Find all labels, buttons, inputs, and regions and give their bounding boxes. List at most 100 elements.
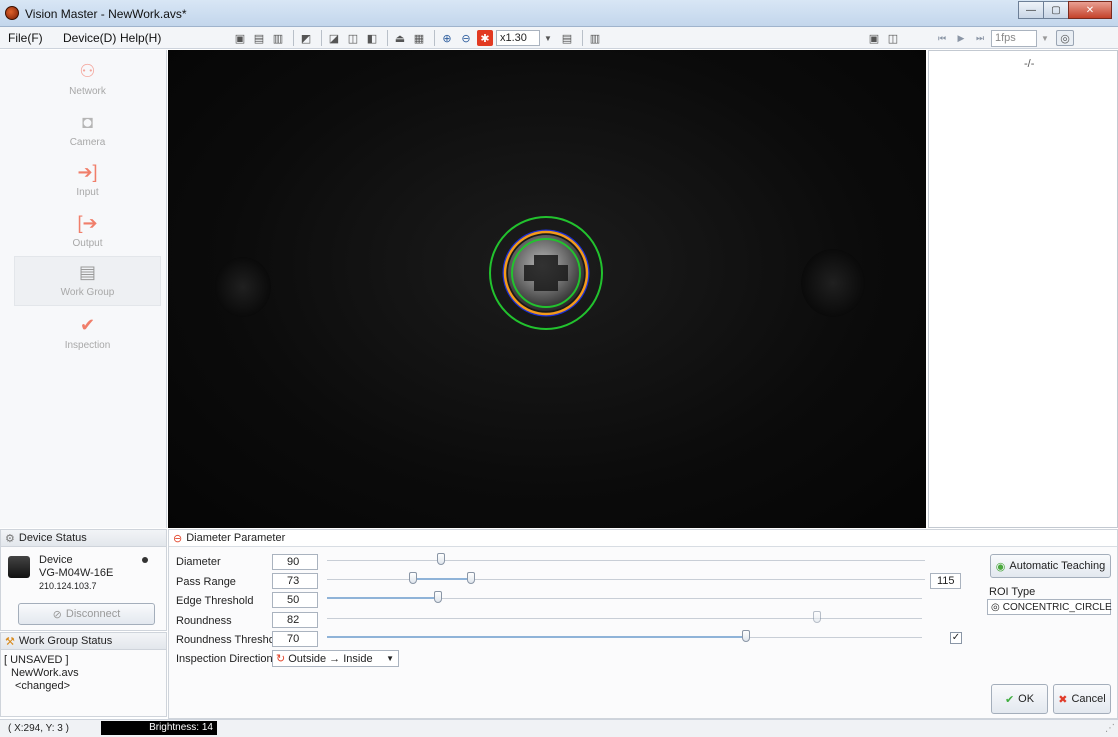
diameter-label: Diameter (176, 556, 221, 568)
inspection-overlay (215, 216, 865, 330)
pass-range-min-thumb[interactable] (408, 572, 417, 584)
diameter-parameter-panel: ⊖ Diameter Parameter Diameter 90 Pass Ra… (168, 529, 1118, 719)
save-icon[interactable]: ▤ (251, 30, 267, 46)
edge-threshold-fill (327, 597, 439, 599)
diameter-slider-thumb[interactable] (436, 553, 445, 565)
skip-back-icon[interactable]: ⏮ (934, 30, 950, 46)
roi-type-field[interactable]: ◎ CONCENTRIC_CIRCLE (987, 599, 1112, 615)
resize-grip-icon[interactable]: ⋰ (1105, 723, 1115, 734)
zoom-out-icon[interactable]: ⊖ (458, 30, 474, 46)
ok-button[interactable]: ✔ OK (991, 684, 1048, 714)
close-button[interactable]: ✕ (1068, 1, 1112, 19)
capture-settings-icon[interactable]: ◎ (1056, 30, 1074, 46)
print-icon[interactable]: ▦ (411, 30, 427, 46)
save-as-icon[interactable]: ▥ (270, 30, 286, 46)
window-title: Vision Master - NewWork.avs* (25, 7, 187, 21)
grab-icon[interactable]: ◧ (364, 30, 380, 46)
copy-icon[interactable]: ◪ (326, 30, 342, 46)
work-group-status-panel: ⚒ Work Group Status [ UNSAVED ] NewWork.… (0, 632, 167, 717)
sidebar: ⚇ Network ◘ Camera ➔] Input [➔ Output ▤ … (0, 50, 167, 528)
split-view-icon[interactable]: ▥ (587, 30, 603, 46)
roundness-threshold-input[interactable]: 70 (272, 631, 318, 647)
cancel-button[interactable]: ✖ Cancel (1053, 684, 1111, 714)
menu-device[interactable]: Device(D) (63, 31, 116, 45)
work-group-icon: ⚒ (5, 635, 15, 648)
inspection-direction-label: Inspection Direction (176, 653, 273, 665)
roundness-threshold-checkbox[interactable]: ✓ (950, 632, 962, 644)
pass-range-max-input[interactable]: 115 (930, 573, 961, 589)
diameter-icon: ⊖ (173, 532, 183, 545)
status-bar: ( X:294, Y: 3 ) Brightness: 14 ⋰ (0, 719, 1118, 737)
camera-device-icon (8, 556, 30, 578)
check-icon: ✔ (1004, 693, 1015, 706)
play-icon[interactable]: ▶ (953, 30, 969, 46)
sidebar-item-label: Input (76, 187, 99, 198)
fps-select[interactable]: 1fps (991, 29, 1037, 47)
device-ip: 210.124.103.7 (39, 581, 97, 591)
minimize-button[interactable]: — (1018, 1, 1044, 19)
clipboard-icon: ▤ (78, 262, 96, 282)
roundness-threshold-fill (327, 636, 746, 638)
title-bar: Vision Master - NewWork.avs* — ▢ ✕ (0, 0, 1118, 27)
maximize-button[interactable]: ▢ (1043, 1, 1069, 19)
preview-panel: -/- (928, 50, 1118, 528)
work-group-status-header: ⚒ Work Group Status (1, 633, 166, 650)
dual-view-icon[interactable]: ◫ (885, 30, 901, 46)
sidebar-item-input[interactable]: ➔] Input (14, 157, 161, 207)
background-hole-left (215, 257, 271, 317)
open-folder-icon[interactable]: ▣ (232, 30, 248, 46)
pass-range-min-input[interactable]: 73 (272, 573, 318, 589)
edge-threshold-input[interactable]: 50 (272, 592, 318, 608)
roundness-slider-track[interactable] (327, 618, 922, 619)
edge-threshold-label: Edge Threshold (176, 595, 254, 607)
menu-help[interactable]: Help(H) (120, 31, 161, 45)
zoom-select[interactable]: x1.30 (496, 30, 540, 46)
sidebar-item-work-group[interactable]: ▤ Work Group (14, 256, 161, 306)
roundness-threshold-slider-thumb[interactable] (741, 630, 750, 642)
sidebar-item-label: Camera (69, 137, 106, 148)
roundness-input[interactable]: 82 (272, 612, 318, 628)
image-icon[interactable]: ◩ (298, 30, 314, 46)
sidebar-item-label: Work Group (60, 287, 115, 298)
sidebar-item-label: Output (72, 238, 103, 249)
disconnect-button[interactable]: ⊘ Disconnect (18, 603, 155, 625)
device-status-header: ⚙ Device Status (1, 530, 166, 547)
work-group-change: <changed> (15, 680, 71, 692)
pass-range-max-thumb[interactable] (466, 572, 475, 584)
diameter-slider-track[interactable] (327, 560, 925, 561)
cancel-x-icon: ✖ (1058, 693, 1068, 706)
direction-cycle-icon: ↻ (276, 653, 286, 665)
chevron-down-icon[interactable]: ▼ (1037, 30, 1053, 46)
sidebar-item-label: Network (69, 86, 106, 97)
inspection-direction-select[interactable]: ↻ Outside → Inside ▼ (272, 650, 399, 667)
work-group-state: [ UNSAVED ] (4, 654, 69, 666)
edge-threshold-slider-thumb[interactable] (434, 591, 443, 603)
grid-icon[interactable]: ▤ (559, 30, 575, 46)
sidebar-item-label: Inspection (64, 340, 111, 351)
single-view-icon[interactable]: ▣ (866, 30, 882, 46)
camera-viewport[interactable] (168, 50, 926, 528)
chevron-down-icon[interactable]: ▼ (540, 30, 556, 46)
diameter-input[interactable]: 90 (272, 554, 318, 570)
skip-forward-icon[interactable]: ⏭ (972, 30, 988, 46)
fit-zoom-icon[interactable]: ✱ (477, 30, 493, 46)
frame-counter: -/- (1024, 58, 1035, 70)
cursor-coordinates: ( X:294, Y: 3 ) (8, 723, 69, 734)
device-status-panel: ⚙ Device Status Device VG-M04W-16E 210.1… (0, 529, 167, 631)
sidebar-item-network[interactable]: ⚇ Network (14, 56, 161, 106)
menu-file[interactable]: File(F) (8, 31, 43, 45)
connection-dot-icon (142, 557, 148, 563)
upload-icon[interactable]: ⏏ (392, 30, 408, 46)
menu-bar: File(F) Device(D) Help(H) ▣ ▤ ▥ ◩ ◪ ◫ ◧ … (0, 27, 1118, 49)
roundness-slider-thumb[interactable] (813, 611, 822, 623)
sidebar-item-output[interactable]: [➔ Output (14, 208, 161, 258)
disconnect-icon: ⊘ (52, 608, 62, 621)
sidebar-item-inspection[interactable]: ✔ Inspection (14, 310, 161, 360)
camera-icon: ◘ (82, 112, 93, 132)
sidebar-item-camera[interactable]: ◘ Camera (14, 107, 161, 157)
automatic-teaching-button[interactable]: ◉ Automatic Teaching (990, 554, 1111, 578)
zoom-in-icon[interactable]: ⊕ (439, 30, 455, 46)
checkmark-icon: ✔ (79, 315, 96, 335)
chevron-down-icon: ▼ (386, 654, 394, 663)
paste-icon[interactable]: ◫ (345, 30, 361, 46)
